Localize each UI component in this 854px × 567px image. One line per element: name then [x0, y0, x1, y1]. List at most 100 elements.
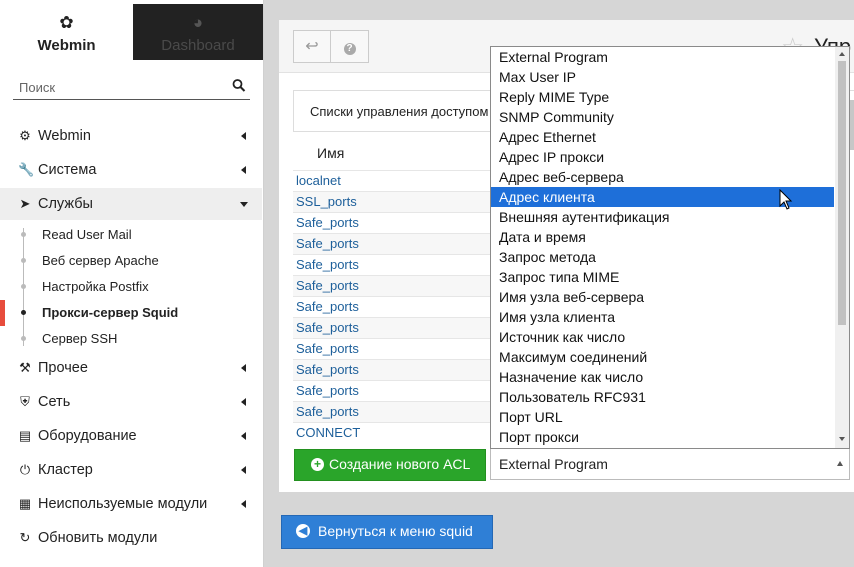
- tab-dashboard[interactable]: ◕ Dashboard: [133, 4, 263, 60]
- sidebar-item-label: Обновить модули: [38, 530, 158, 546]
- sidebar-item-services[interactable]: ➤ Службы: [0, 188, 262, 220]
- sidebar-subitem-read-user-mail[interactable]: Read User Mail: [0, 222, 262, 248]
- sidebar-item-label: Прочее: [38, 360, 88, 376]
- shield-icon: ⛨: [20, 394, 30, 409]
- scrollbar-thumb[interactable]: [838, 61, 846, 325]
- acl-link[interactable]: Safe_ports: [296, 320, 359, 335]
- sidebar-item-system[interactable]: 🔧 Система: [0, 154, 262, 186]
- sidebar-subitem-ssh[interactable]: Сервер SSH: [0, 326, 262, 352]
- acl-link[interactable]: Safe_ports: [296, 383, 359, 398]
- sidebar-subitem-label: Read User Mail: [42, 227, 132, 242]
- sidebar-item-unused-modules[interactable]: ▦ Неиспользуемые модули: [0, 488, 262, 520]
- hammer-icon: ⚒: [19, 360, 31, 375]
- sidebar-subitem-squid[interactable]: Прокси-сервер Squid: [0, 300, 262, 326]
- search-placeholder: Поиск: [19, 80, 56, 95]
- tab-webmin[interactable]: ✿ Webmin: [0, 4, 133, 60]
- create-acl-label: Создание нового ACL: [329, 456, 471, 472]
- acl-type-select[interactable]: External Program: [490, 448, 850, 480]
- arrow-left-circle-icon: ◀: [296, 524, 310, 538]
- dropdown-option[interactable]: Адрес IP прокси: [491, 147, 834, 167]
- dropdown-option-label: Reply MIME Type: [499, 89, 610, 105]
- dropdown-option[interactable]: Порт прокси: [491, 427, 834, 447]
- dropdown-option[interactable]: Источник как число: [491, 327, 834, 347]
- sidebar-item-label: Кластер: [38, 462, 93, 478]
- caret-left-icon: [241, 398, 246, 406]
- dropdown-option[interactable]: Имя узла клиента: [491, 307, 834, 327]
- dropdown-option[interactable]: Адрес веб-сервера: [491, 167, 834, 187]
- sidebar-item-network[interactable]: ⛨ Сеть: [0, 386, 262, 418]
- sidebar-item-webmin[interactable]: ⚙ Webmin: [0, 120, 262, 152]
- sidebar-item-refresh-modules[interactable]: ↻ Обновить модули: [0, 522, 262, 554]
- acl-type-dropdown[interactable]: External Program Max User IP Reply MIME …: [490, 46, 850, 449]
- sidebar-subitem-apache[interactable]: Веб сервер Apache: [0, 248, 262, 274]
- acl-link[interactable]: Safe_ports: [296, 404, 359, 419]
- acl-link[interactable]: Safe_ports: [296, 362, 359, 377]
- acl-link[interactable]: CONNECT: [296, 425, 360, 440]
- sidebar-tabs: ✿ Webmin ◕ Dashboard: [0, 4, 263, 60]
- sidebar-item-hardware[interactable]: ▤ Оборудование: [0, 420, 262, 452]
- bullet-icon: [21, 232, 26, 237]
- tab-webmin-label: Webmin: [37, 37, 96, 54]
- power-icon: ⏻: [19, 462, 31, 477]
- drive-icon: ▤: [18, 428, 32, 443]
- dropdown-option[interactable]: Порт URL: [491, 407, 834, 427]
- dropdown-option[interactable]: Дата и время: [491, 227, 834, 247]
- sidebar-subitem-label: Настройка Postfix: [42, 279, 149, 294]
- mouse-cursor-icon: [779, 189, 793, 210]
- rocket-icon: ➤: [19, 196, 31, 211]
- dropdown-option[interactable]: Максимум соединений: [491, 347, 834, 367]
- dropdown-option[interactable]: Запрос метода: [491, 247, 834, 267]
- scroll-down-icon[interactable]: [839, 437, 845, 441]
- sidebar-subitem-postfix[interactable]: Настройка Postfix: [0, 274, 262, 300]
- dropdown-option-label: Имя узла веб-сервера: [499, 289, 645, 305]
- acl-link[interactable]: Safe_ports: [296, 215, 359, 230]
- acl-link[interactable]: Safe_ports: [296, 236, 359, 251]
- sidebar-item-label: Службы: [38, 196, 93, 212]
- dropdown-option[interactable]: Назначение как число: [491, 367, 834, 387]
- dropdown-option[interactable]: Пользователь RFC931: [491, 387, 834, 407]
- search-input[interactable]: Поиск: [13, 77, 250, 100]
- dropdown-option-label: Внешняя аутентификация: [499, 209, 670, 225]
- dropdown-option-label: Запрос метода: [499, 249, 596, 265]
- dropdown-option[interactable]: SNMP Community: [491, 107, 834, 127]
- gear-icon: ⚙: [19, 128, 31, 143]
- bullet-icon: [21, 310, 26, 315]
- dropdown-option-label: Порт URL: [499, 409, 563, 425]
- search-icon[interactable]: [232, 78, 246, 94]
- dropdown-option-label: Дата и время: [499, 229, 586, 245]
- dropdown-option-label: Порт прокси: [499, 429, 579, 445]
- dropdown-option-label: Адрес веб-сервера: [499, 169, 624, 185]
- dropdown-option[interactable]: Reply MIME Type: [491, 87, 834, 107]
- puzzle-icon: ▦: [18, 496, 32, 511]
- acl-link[interactable]: Safe_ports: [296, 299, 359, 314]
- dropdown-option-label: Адрес Ethernet: [499, 129, 596, 145]
- dropdown-option[interactable]: External Program: [491, 47, 834, 67]
- dropdown-option[interactable]: Адрес Ethernet: [491, 127, 834, 147]
- acl-link[interactable]: SSL_ports: [296, 194, 357, 209]
- dropdown-option[interactable]: Имя узла веб-сервера: [491, 287, 834, 307]
- sidebar-item-other[interactable]: ⚒ Прочее: [0, 352, 262, 384]
- dropdown-option-label: SNMP Community: [499, 109, 614, 125]
- return-to-squid-button[interactable]: ◀ Вернуться к меню squid: [281, 515, 493, 549]
- sidebar-item-label: Неиспользуемые модули: [38, 496, 208, 512]
- dropdown-option[interactable]: Max User IP: [491, 67, 834, 87]
- acl-link[interactable]: Safe_ports: [296, 341, 359, 356]
- bullet-icon: [21, 336, 26, 341]
- caret-down-icon: [240, 202, 248, 207]
- dropdown-scrollbar[interactable]: [835, 47, 849, 448]
- active-marker: [0, 300, 5, 326]
- create-acl-button[interactable]: + Создание нового ACL: [294, 449, 486, 481]
- acl-link[interactable]: localnet: [296, 173, 341, 188]
- dropdown-option[interactable]: Запрос типа MIME: [491, 267, 834, 287]
- sidebar-item-cluster[interactable]: ⏻ Кластер: [0, 454, 262, 486]
- tab-dashboard-label: Dashboard: [161, 37, 235, 54]
- help-button[interactable]: ?: [331, 31, 368, 62]
- bullet-icon: [21, 284, 26, 289]
- back-arrow-icon: ↩: [305, 38, 319, 55]
- acl-link[interactable]: Safe_ports: [296, 257, 359, 272]
- back-button[interactable]: ↩: [294, 31, 331, 62]
- acl-link[interactable]: Safe_ports: [296, 278, 359, 293]
- scroll-up-icon[interactable]: [839, 52, 845, 56]
- dropdown-option-label: External Program: [499, 49, 608, 65]
- column-header-label: Имя: [317, 145, 345, 161]
